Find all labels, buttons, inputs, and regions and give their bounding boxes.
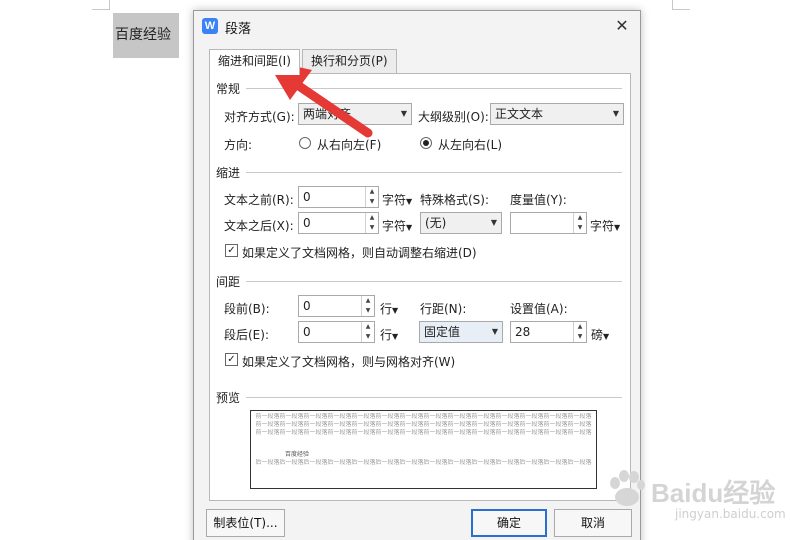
- measure-unit-text: 字符: [590, 219, 615, 233]
- preview-next-paragraph: 后一段落后一段落后一段落后一段落后一段落后一段落后一段落后一段落后一段落后一段落…: [255, 459, 592, 466]
- close-button[interactable]: ✕: [612, 16, 632, 36]
- preview-prev-paragraph: 前一段落前一段落前一段落前一段落前一段落前一段落前一段落前一段落前一段落前一段落…: [255, 429, 592, 436]
- doc-margin-corner-right: [672, 0, 690, 10]
- section-indent-title: 缩进: [216, 166, 241, 180]
- special-format-label: 特殊格式(S):: [420, 193, 490, 207]
- chevron-down-icon: ▼: [612, 109, 619, 118]
- chevron-down-icon: ▼: [614, 223, 621, 232]
- indent-after-unit[interactable]: 字符▼: [382, 217, 412, 234]
- special-format-select-value: (无): [425, 216, 447, 230]
- indent-before-label: 文本之前(R):: [224, 193, 294, 207]
- spacing-after-stepper[interactable]: 0 ▲ ▼: [298, 321, 375, 343]
- chevron-down-icon: ▼: [400, 109, 407, 118]
- alignment-select-value: 两端对齐: [303, 107, 352, 121]
- indent-after-value: 0: [303, 216, 311, 230]
- outline-level-select-value: 正文文本: [495, 107, 544, 121]
- chevron-down-icon: ▼: [392, 332, 399, 341]
- outline-level-label: 大纲级别(O):: [418, 110, 489, 124]
- line-spacing-select[interactable]: 固定值 ▼: [419, 321, 503, 343]
- indent-after-stepper[interactable]: 0 ▲ ▼: [298, 212, 379, 234]
- stepper-arrows-icon[interactable]: ▲ ▼: [365, 213, 378, 233]
- outline-level-select[interactable]: 正文文本 ▼: [490, 103, 624, 125]
- watermark-brand: Baidu经验: [651, 478, 776, 508]
- tab-line-page-breaks[interactable]: 换行和分页(P): [302, 49, 397, 74]
- preview-current-paragraph: 百度经验: [285, 451, 310, 458]
- preview-prev-paragraph: 前一段落前一段落前一段落前一段落前一段落前一段落前一段落前一段落前一段落前一段落…: [255, 421, 592, 428]
- baidu-jingyan-watermark: Baidu经验 jingyan.baidu.com: [605, 455, 786, 535]
- tab-indent-spacing[interactable]: 缩进和间距(I): [209, 49, 300, 75]
- direction-label: 方向:: [224, 138, 253, 152]
- dialog-title: 段落: [225, 22, 252, 37]
- section-divider: [246, 397, 622, 398]
- setting-value-stepper[interactable]: 28 ▲ ▼: [510, 321, 587, 343]
- stepper-arrows-icon[interactable]: ▲ ▼: [361, 296, 374, 316]
- setting-value-unit-text: 磅: [591, 328, 604, 342]
- section-preview-title: 预览: [216, 391, 241, 405]
- spacing-after-label: 段后(E):: [224, 328, 269, 342]
- measure-unit[interactable]: 字符▼: [590, 217, 620, 234]
- auto-adjust-indent-label[interactable]: 如果定义了文档网格，则自动调整右缩进(D): [242, 244, 477, 261]
- dialog-titlebar[interactable]: W 段落 ✕: [194, 11, 640, 41]
- indent-before-unit[interactable]: 字符▼: [382, 191, 412, 208]
- section-divider: [246, 172, 622, 173]
- preview-prev-paragraph: 前一段落前一段落前一段落前一段落前一段落前一段落前一段落前一段落前一段落前一段落…: [255, 413, 592, 420]
- section-spacing-title: 间距: [216, 275, 241, 289]
- auto-adjust-indent-checkbox[interactable]: ✓: [225, 244, 238, 257]
- spacing-before-label: 段前(B):: [224, 302, 270, 316]
- spacing-before-stepper[interactable]: 0 ▲ ▼: [298, 295, 375, 317]
- grid-align-label[interactable]: 如果定义了文档网格，则与网格对齐(W): [242, 353, 455, 370]
- section-divider: [246, 281, 622, 282]
- direction-rtl-radio[interactable]: [299, 137, 311, 149]
- tab-panel: 常规 对齐方式(G): 两端对齐 ▼ 大纲级别(O): 正文文本 ▼ 方向: 从…: [209, 73, 631, 501]
- tab-stops-button[interactable]: 制表位(T)...: [206, 509, 285, 537]
- section-divider: [246, 88, 622, 89]
- indent-before-unit-text: 字符: [382, 193, 407, 207]
- doc-margin-corner-left: [92, 0, 110, 10]
- chevron-down-icon: ▼: [490, 218, 497, 227]
- special-format-select[interactable]: (无) ▼: [420, 212, 502, 234]
- setting-value: 28: [515, 325, 531, 339]
- direction-rtl-label[interactable]: 从右向左(F): [317, 136, 381, 153]
- spacing-before-unit[interactable]: 行▼: [380, 300, 398, 317]
- section-general-title: 常规: [216, 82, 241, 96]
- spacing-after-unit[interactable]: 行▼: [380, 326, 398, 343]
- indent-after-label: 文本之后(X):: [224, 219, 294, 233]
- line-spacing-select-value: 固定值: [424, 325, 461, 339]
- direction-ltr-radio[interactable]: [420, 137, 432, 149]
- spacing-after-unit-text: 行: [380, 328, 393, 342]
- stepper-arrows-icon[interactable]: ▲ ▼: [365, 187, 378, 207]
- setting-value-label: 设置值(A):: [510, 302, 568, 316]
- watermark-url: jingyan.baidu.com: [675, 507, 786, 521]
- direction-ltr-label[interactable]: 从左向右(L): [438, 136, 502, 153]
- spacing-before-value: 0: [303, 299, 311, 313]
- grid-align-checkbox[interactable]: ✓: [225, 353, 238, 366]
- alignment-select[interactable]: 两端对齐 ▼: [298, 103, 412, 125]
- chevron-down-icon: ▼: [603, 332, 610, 341]
- indent-after-unit-text: 字符: [382, 219, 407, 233]
- alignment-label: 对齐方式(G):: [224, 110, 295, 124]
- paragraph-preview: 前一段落前一段落前一段落前一段落前一段落前一段落前一段落前一段落前一段落前一段落…: [250, 410, 597, 489]
- stepper-arrows-icon[interactable]: ▲ ▼: [361, 322, 374, 342]
- line-spacing-label: 行距(N):: [420, 302, 467, 316]
- document-selected-text[interactable]: 百度经验: [113, 13, 179, 58]
- paw-icon: [610, 470, 645, 506]
- ok-button[interactable]: 确定: [471, 509, 547, 537]
- setting-value-unit[interactable]: 磅▼: [591, 326, 609, 343]
- stepper-arrows-icon[interactable]: ▲ ▼: [573, 213, 586, 233]
- chevron-down-icon: ▼: [406, 223, 413, 232]
- spacing-before-unit-text: 行: [380, 302, 393, 316]
- chevron-down-icon: ▼: [392, 306, 399, 315]
- indent-before-value: 0: [303, 190, 311, 204]
- wps-writer-icon: W: [202, 18, 218, 34]
- chevron-down-icon: ▼: [406, 197, 413, 206]
- indent-before-stepper[interactable]: 0 ▲ ▼: [298, 186, 379, 208]
- chevron-down-icon: ▼: [491, 327, 498, 336]
- stepper-arrows-icon[interactable]: ▲ ▼: [573, 322, 586, 342]
- measure-stepper[interactable]: ▲ ▼: [510, 212, 587, 234]
- measure-label: 度量值(Y):: [510, 193, 567, 207]
- paragraph-dialog: W 段落 ✕ 缩进和间距(I) 换行和分页(P) 常规 对齐方式(G): 两端对…: [193, 10, 641, 540]
- spacing-after-value: 0: [303, 325, 311, 339]
